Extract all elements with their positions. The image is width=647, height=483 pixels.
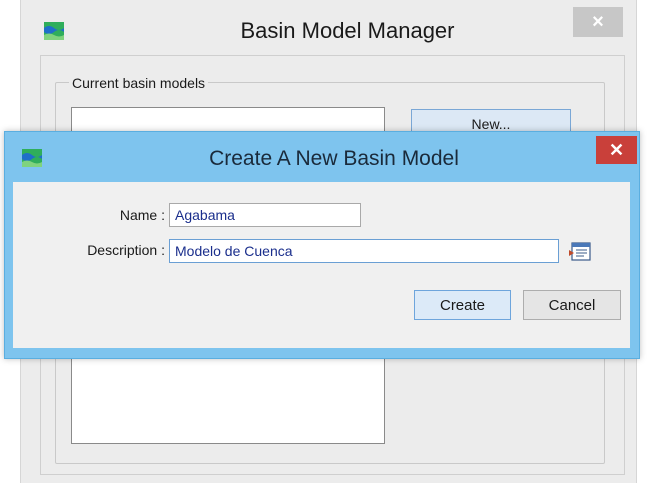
dialog-close-button[interactable]: ✕: [596, 136, 637, 164]
dialog-title: Create A New Basin Model: [209, 147, 459, 170]
name-label: Name :: [119, 207, 165, 223]
manager-titlebar: Basin Model Manager ×: [21, 0, 636, 62]
dialog-body: Name : Description : Create Cancel: [13, 182, 630, 348]
cancel-button[interactable]: Cancel: [523, 290, 621, 320]
dialog-titlebar[interactable]: Create A New Basin Model ✕: [5, 132, 639, 182]
create-basin-model-dialog: Create A New Basin Model ✕ Name : Descri…: [4, 131, 640, 359]
manager-close-button[interactable]: ×: [573, 7, 623, 37]
create-button[interactable]: Create: [414, 290, 511, 320]
description-label: Description :: [87, 242, 165, 258]
name-input[interactable]: [169, 203, 361, 227]
current-models-label: Current basin models: [69, 75, 209, 91]
manager-title: Basin Model Manager: [240, 18, 455, 43]
description-input[interactable]: [169, 239, 559, 263]
description-editor-icon[interactable]: [569, 241, 593, 263]
